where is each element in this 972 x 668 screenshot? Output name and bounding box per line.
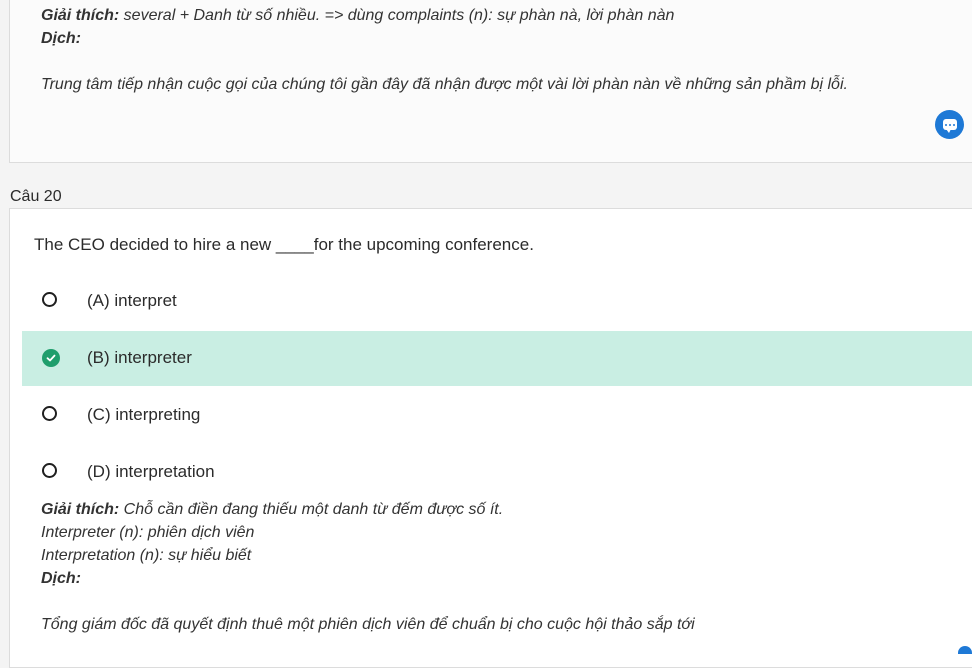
option-a[interactable]: (A) interpret — [22, 274, 972, 329]
translation-text: Trung tâm tiếp nhận cuộc gọi của chúng t… — [41, 76, 848, 93]
explanation-text: several + Danh từ số nhiều. => dùng comp… — [119, 7, 675, 24]
option-label: (C) interpreting — [87, 405, 201, 424]
option-d[interactable]: (D) interpretation — [22, 445, 972, 500]
option-label: (A) interpret — [87, 291, 177, 310]
question-card: The CEO decided to hire a new ____for th… — [9, 208, 972, 668]
translation-text: Tổng giám đốc đã quyết định thuê một phi… — [41, 616, 695, 633]
explanation-text: Chỗ cần điền đang thiếu một danh từ đếm … — [119, 501, 504, 518]
explanation-detail: Interpretation (n): sự hiểu biết — [41, 547, 252, 564]
chat-bubble-icon-partial[interactable] — [958, 646, 972, 654]
option-c[interactable]: (C) interpreting — [22, 388, 972, 443]
option-label: (B) interpreter — [87, 348, 192, 367]
previous-question-card: Giải thích: several + Danh từ số nhiều. … — [9, 0, 972, 163]
explanation-detail: Interpreter (n): phiên dịch viên — [41, 524, 255, 541]
option-label: (D) interpretation — [87, 462, 215, 481]
translation-label-text: Dịch: — [41, 30, 81, 47]
explanation-line: Giải thích: Chỗ cần điền đang thiếu một … — [41, 501, 503, 519]
radio-icon[interactable] — [42, 292, 57, 307]
explanation-line: Giải thích: several + Danh từ số nhiều. … — [41, 7, 674, 25]
explanation-label: Giải thích: — [41, 501, 120, 518]
question-text: The CEO decided to hire a new ____for th… — [34, 235, 534, 254]
radio-icon[interactable] — [42, 463, 57, 478]
translation-label: Dịch: — [41, 30, 81, 48]
chat-bubble-icon[interactable] — [935, 110, 964, 139]
question-title: Câu 20 — [10, 188, 62, 205]
translation-label-text: Dịch: — [41, 570, 81, 587]
option-b[interactable]: (B) interpreter — [22, 331, 972, 386]
check-circle-icon[interactable] — [42, 349, 60, 367]
radio-icon[interactable] — [42, 406, 57, 421]
translation-label: Dịch: — [41, 570, 81, 588]
explanation-label: Giải thích: — [41, 7, 120, 24]
